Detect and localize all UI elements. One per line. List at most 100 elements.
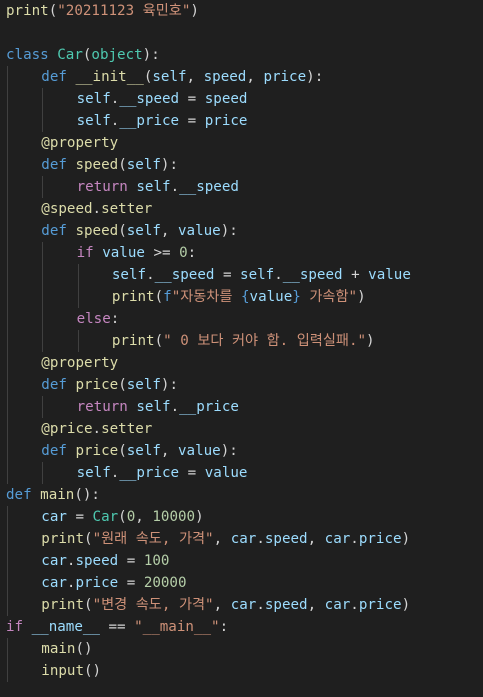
code-token: value xyxy=(368,267,411,283)
code-token: speed xyxy=(264,597,308,613)
code-line[interactable]: @speed.setter xyxy=(41,198,152,220)
code-token: , xyxy=(186,69,204,85)
code-line[interactable]: @price.setter xyxy=(41,418,152,440)
code-line[interactable]: class Car(object): xyxy=(6,44,160,66)
indent-guide xyxy=(77,264,79,308)
indent-guide xyxy=(7,506,8,616)
code-token: if xyxy=(76,245,103,261)
code-token: speed xyxy=(75,157,119,173)
code-token: car xyxy=(230,597,257,613)
code-token: main xyxy=(41,641,76,657)
code-token: . xyxy=(170,399,180,415)
code-token: } xyxy=(292,289,301,305)
code-token: speed xyxy=(75,223,119,239)
code-token: price xyxy=(358,531,402,547)
code-token: value xyxy=(178,223,221,239)
code-line[interactable]: print("20211123 육민호") xyxy=(6,0,199,22)
code-line[interactable]: car = Car(0, 10000) xyxy=(41,506,203,528)
code-token: . xyxy=(350,597,359,613)
code-token: = xyxy=(214,267,241,283)
code-token: return xyxy=(76,179,137,195)
code-line[interactable]: print("원래 속도, 가격", car.speed, car.price) xyxy=(41,528,410,550)
code-token: , xyxy=(160,443,178,459)
code-token: ( xyxy=(48,3,58,19)
code-token: = xyxy=(179,113,205,129)
code-line[interactable]: self.__speed = speed xyxy=(77,88,248,110)
code-token: = xyxy=(66,509,93,525)
code-line[interactable]: def main(): xyxy=(6,484,100,506)
indent-guide xyxy=(7,66,8,484)
code-token: , xyxy=(246,69,264,85)
code-token: = xyxy=(179,91,205,107)
code-line[interactable]: def __init__(self, speed, price): xyxy=(41,66,323,88)
indent-guide xyxy=(42,462,44,484)
code-token: @property xyxy=(41,355,119,371)
code-token: , xyxy=(160,223,178,239)
code-line[interactable]: self.__price = price xyxy=(77,110,248,132)
code-token: ): xyxy=(220,223,238,239)
code-token: "자동차를 xyxy=(171,289,241,305)
code-line[interactable]: print("변경 속도, 가격", car.speed, car.price) xyxy=(41,594,410,616)
code-token: car xyxy=(230,531,257,547)
code-token: car xyxy=(324,531,351,547)
code-token: @property xyxy=(41,135,119,151)
code-token: self xyxy=(126,443,161,459)
code-line[interactable]: def price(self, value): xyxy=(41,440,238,462)
code-line[interactable]: if value >= 0: xyxy=(77,242,197,264)
code-token: ) xyxy=(190,3,199,19)
code-line[interactable]: main() xyxy=(41,638,92,660)
code-token: ): xyxy=(306,69,324,85)
code-token: ): xyxy=(142,47,160,63)
code-token: + xyxy=(342,267,369,283)
code-token: ( xyxy=(84,531,93,547)
code-token: 0 xyxy=(126,509,136,525)
code-token: __init__ xyxy=(75,69,144,85)
code-line[interactable]: print(" 0 보다 커야 함. 입력실패.") xyxy=(112,330,375,352)
code-token: . xyxy=(350,531,359,547)
code-token: price xyxy=(75,575,119,591)
code-token: @speed xyxy=(41,201,93,217)
code-line[interactable]: car.speed = 100 xyxy=(41,550,169,572)
code-token: self xyxy=(240,267,275,283)
code-token: : xyxy=(187,245,197,261)
code-line[interactable]: return self.__price xyxy=(77,396,239,418)
code-token: . xyxy=(274,267,283,283)
code-line[interactable]: if __name__ == "__main__": xyxy=(6,616,228,638)
code-token: self xyxy=(76,91,111,107)
indent-guide xyxy=(42,176,44,198)
code-token: __speed xyxy=(282,267,343,283)
code-token: price xyxy=(358,597,402,613)
code-token: . xyxy=(170,179,180,195)
code-line[interactable]: @property xyxy=(41,352,118,374)
code-line[interactable]: input() xyxy=(41,660,101,682)
code-editor[interactable]: print("20211123 육민호") class Car(object): d… xyxy=(0,0,483,697)
code-line[interactable]: @property xyxy=(41,132,118,154)
code-token: . xyxy=(256,597,265,613)
code-token: __price xyxy=(119,465,180,481)
code-token: print xyxy=(111,289,155,305)
code-line[interactable]: def speed(self, value): xyxy=(41,220,238,242)
code-token: 100 xyxy=(143,553,170,569)
code-line[interactable]: else: xyxy=(77,308,120,330)
code-token: def xyxy=(41,377,76,393)
code-token: self xyxy=(76,113,111,129)
code-line[interactable]: print(f"자동차를 {value} 가속함") xyxy=(112,286,366,308)
code-token: price xyxy=(75,443,119,459)
code-line[interactable]: def price(self): xyxy=(41,374,178,396)
code-token: main xyxy=(40,487,75,503)
code-token: ) xyxy=(195,509,204,525)
code-line[interactable]: car.price = 20000 xyxy=(41,572,186,594)
code-line[interactable]: def speed(self): xyxy=(41,154,178,176)
code-token: = xyxy=(118,575,144,591)
code-line[interactable]: return self.__speed xyxy=(77,176,239,198)
code-token: __speed xyxy=(154,267,215,283)
code-token: __speed xyxy=(119,91,180,107)
code-token: def xyxy=(41,223,76,239)
code-token: ( xyxy=(118,223,127,239)
code-line[interactable]: self.__speed = self.__speed + value xyxy=(112,264,411,286)
code-line[interactable]: self.__price = value xyxy=(77,462,248,484)
code-token: "원래 속도, 가격" xyxy=(92,531,214,547)
code-token: >= xyxy=(144,245,180,261)
code-token: () xyxy=(75,641,93,657)
code-token: print xyxy=(6,3,49,19)
